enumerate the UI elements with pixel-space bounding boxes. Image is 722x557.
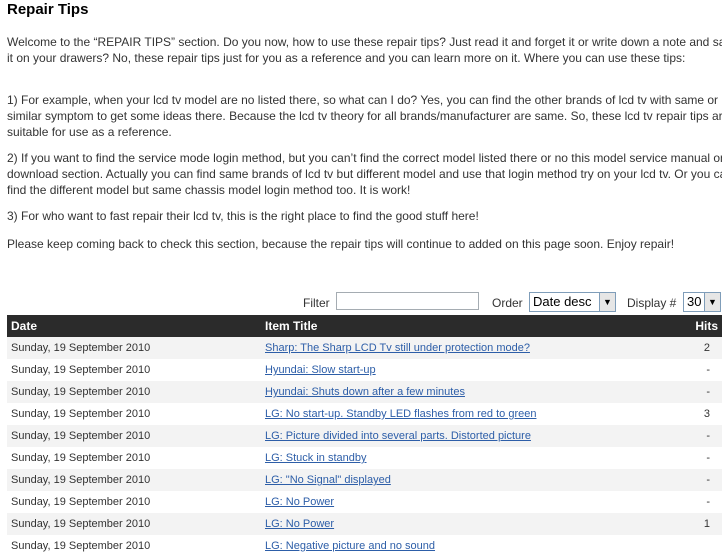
column-header-hits[interactable]: Hits xyxy=(661,315,722,337)
table-row: Sunday, 19 September 2010 Sharp: The Sha… xyxy=(7,337,722,359)
row-date: Sunday, 19 September 2010 xyxy=(7,337,261,359)
table-header-row: Date Item Title Hits xyxy=(7,315,722,337)
filter-input[interactable] xyxy=(336,292,479,310)
row-title-cell: LG: Negative picture and no sound xyxy=(261,535,661,557)
order-select[interactable]: Date desc ▼ xyxy=(529,292,616,312)
row-hits: - xyxy=(661,359,722,381)
row-title-cell: LG: Stuck in standby xyxy=(261,447,661,469)
tip-paragraph-1: 1) For example, when your lcd tv model a… xyxy=(7,93,722,139)
row-hits: - xyxy=(661,381,722,403)
table-row: Sunday, 19 September 2010 LG: No Power - xyxy=(7,491,722,513)
table-row: Sunday, 19 September 2010 LG: Stuck in s… xyxy=(7,447,722,469)
row-date: Sunday, 19 September 2010 xyxy=(7,403,261,425)
row-title-link[interactable]: LG: No start-up. Standby LED flashes fro… xyxy=(265,408,536,420)
row-title-cell: Hyundai: Shuts down after a few minutes xyxy=(261,381,661,403)
row-title-cell: LG: No Power xyxy=(261,491,661,513)
row-title-link[interactable]: LG: Picture divided into several parts. … xyxy=(265,430,531,442)
row-hits: 3 xyxy=(661,403,722,425)
table-row: Sunday, 19 September 2010 LG: "No Signal… xyxy=(7,469,722,491)
row-hits xyxy=(661,535,722,557)
repair-tips-table: Date Item Title Hits Sunday, 19 Septembe… xyxy=(7,315,722,557)
row-title-link[interactable]: LG: Negative picture and no sound xyxy=(265,540,435,552)
closing-paragraph: Please keep coming back to check this se… xyxy=(7,237,675,251)
table-row: Sunday, 19 September 2010 Hyundai: Shuts… xyxy=(7,381,722,403)
intro-paragraph: Welcome to the “REPAIR TIPS” section. Do… xyxy=(7,35,722,65)
display-select-value: 30 xyxy=(687,294,702,309)
row-title-cell: LG: "No Signal" displayed xyxy=(261,469,661,491)
row-title-link[interactable]: Hyundai: Slow start-up xyxy=(265,364,376,376)
chevron-down-icon[interactable]: ▼ xyxy=(704,293,720,311)
table-row: Sunday, 19 September 2010 LG: No start-u… xyxy=(7,403,722,425)
order-select-value: Date desc xyxy=(533,294,592,309)
table-row: Sunday, 19 September 2010 LG: No Power 1 xyxy=(7,513,722,535)
row-title-link[interactable]: LG: "No Signal" displayed xyxy=(265,474,391,486)
table-row: Sunday, 19 September 2010 LG: Picture di… xyxy=(7,425,722,447)
row-hits: - xyxy=(661,425,722,447)
row-title-link[interactable]: Hyundai: Shuts down after a few minutes xyxy=(265,386,465,398)
row-date: Sunday, 19 September 2010 xyxy=(7,491,261,513)
chevron-down-icon[interactable]: ▼ xyxy=(599,293,615,311)
display-count-select[interactable]: 30 ▼ xyxy=(683,292,721,312)
row-hits: - xyxy=(661,491,722,513)
table-row: Sunday, 19 September 2010 Hyundai: Slow … xyxy=(7,359,722,381)
row-hits: - xyxy=(661,447,722,469)
column-header-date[interactable]: Date xyxy=(7,315,261,337)
tip-paragraph-3: 3) For who want to fast repair their lcd… xyxy=(7,209,479,223)
row-title-cell: Hyundai: Slow start-up xyxy=(261,359,661,381)
row-title-cell: Sharp: The Sharp LCD Tv still under prot… xyxy=(261,337,661,359)
row-date: Sunday, 19 September 2010 xyxy=(7,469,261,491)
row-title-cell: LG: Picture divided into several parts. … xyxy=(261,425,661,447)
row-hits: 1 xyxy=(661,513,722,535)
row-title-link[interactable]: Sharp: The Sharp LCD Tv still under prot… xyxy=(265,342,530,354)
row-date: Sunday, 19 September 2010 xyxy=(7,359,261,381)
row-title-link[interactable]: LG: Stuck in standby xyxy=(265,452,367,464)
table-row: Sunday, 19 September 2010 LG: Negative p… xyxy=(7,535,722,557)
display-label: Display # xyxy=(627,296,677,310)
row-title-link[interactable]: LG: No Power xyxy=(265,496,334,508)
row-date: Sunday, 19 September 2010 xyxy=(7,513,261,535)
row-title-cell: LG: No start-up. Standby LED flashes fro… xyxy=(261,403,661,425)
tip-paragraph-2: 2) If you want to find the service mode … xyxy=(7,151,722,197)
row-title-cell: LG: No Power xyxy=(261,513,661,535)
row-date: Sunday, 19 September 2010 xyxy=(7,381,261,403)
row-hits: - xyxy=(661,469,722,491)
column-header-item-title[interactable]: Item Title xyxy=(261,315,661,337)
page-title: Repair Tips xyxy=(7,1,89,18)
order-label: Order xyxy=(492,296,523,310)
filter-label: Filter xyxy=(303,296,330,310)
row-date: Sunday, 19 September 2010 xyxy=(7,447,261,469)
row-date: Sunday, 19 September 2010 xyxy=(7,425,261,447)
row-hits: 2 xyxy=(661,337,722,359)
row-date: Sunday, 19 September 2010 xyxy=(7,535,261,557)
list-filter-bar: Filter Order Date desc ▼ Display # 30 ▼ xyxy=(0,292,722,314)
row-title-link[interactable]: LG: No Power xyxy=(265,518,334,530)
